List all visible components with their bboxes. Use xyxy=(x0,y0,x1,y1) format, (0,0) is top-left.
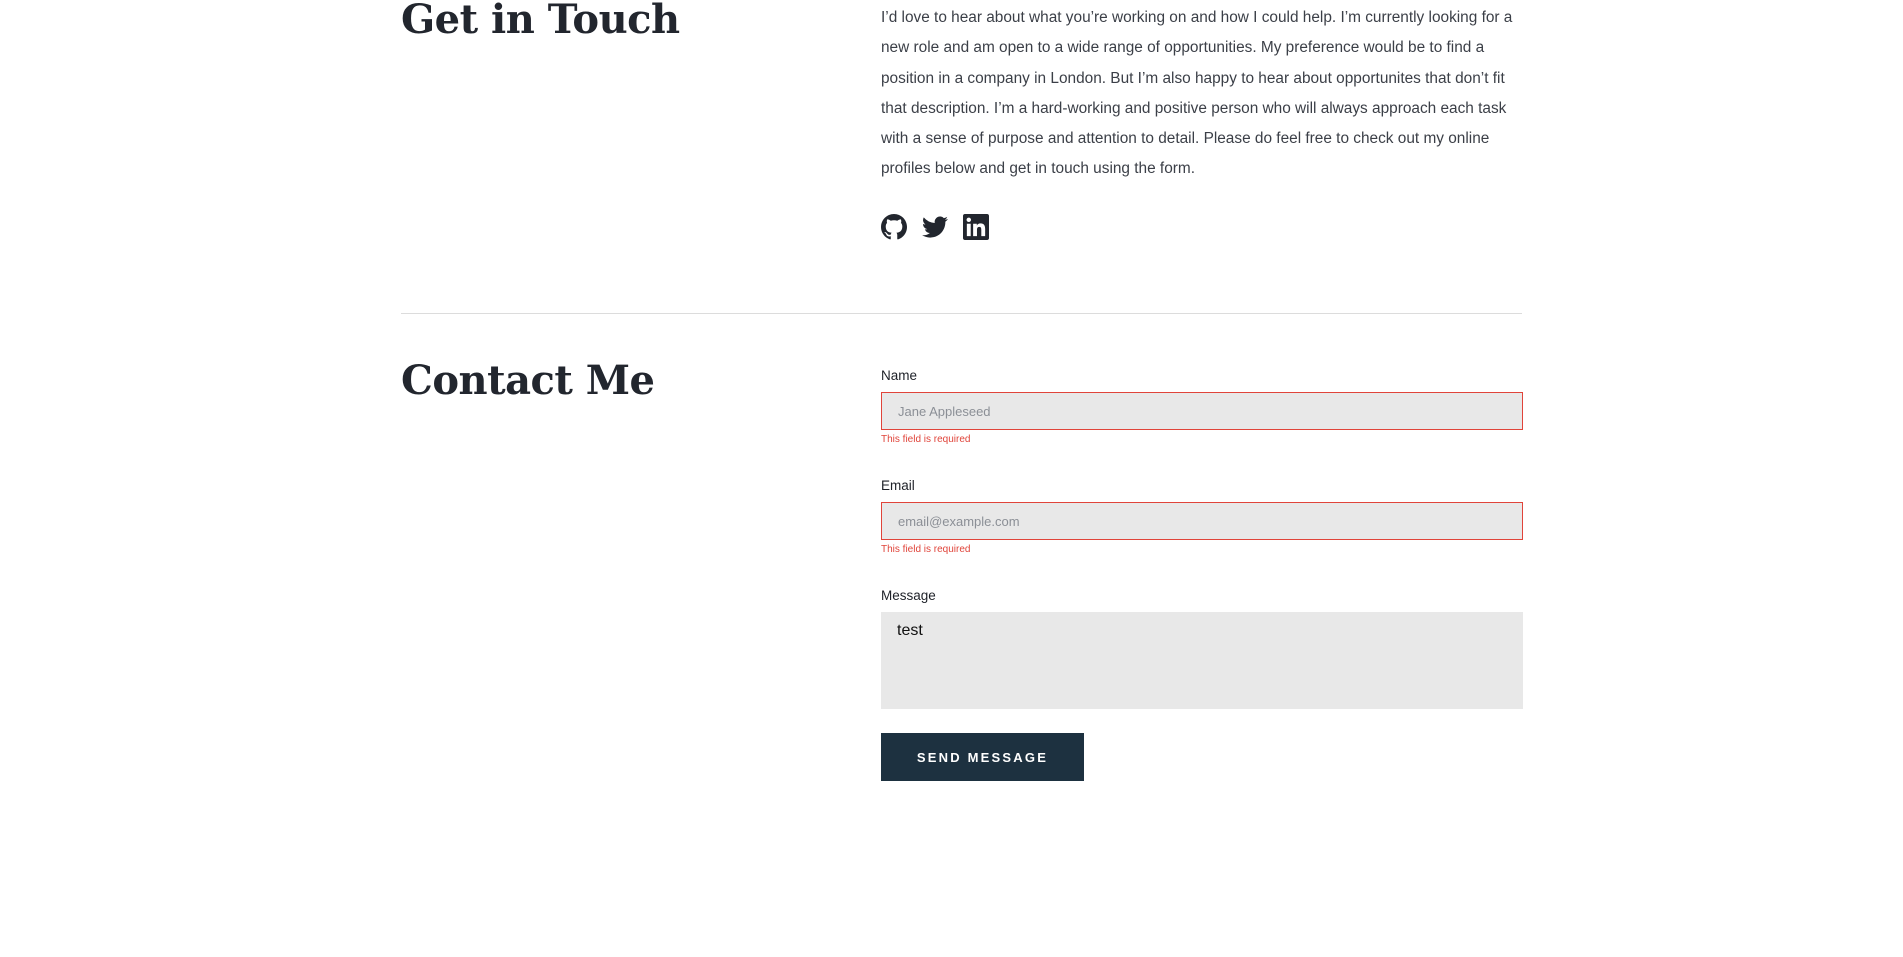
message-label: Message xyxy=(881,588,936,603)
section-divider xyxy=(401,313,1522,314)
email-error: This field is required xyxy=(881,544,971,555)
message-textarea[interactable]: test xyxy=(881,612,1523,709)
social-links xyxy=(881,214,989,240)
github-icon xyxy=(881,214,907,240)
linkedin-link[interactable] xyxy=(963,214,989,240)
twitter-link[interactable] xyxy=(922,214,948,240)
page: Get in Touch I’d love to hear about what… xyxy=(0,0,1903,957)
name-label: Name xyxy=(881,368,918,383)
github-link[interactable] xyxy=(881,214,907,240)
email-group: Email This field is required xyxy=(881,477,1523,556)
twitter-icon xyxy=(922,216,948,238)
about-paragraph: I’d love to hear about what you’re worki… xyxy=(881,9,1513,178)
send-message-button[interactable]: SEND MESSAGE xyxy=(881,733,1084,781)
email-label: Email xyxy=(881,478,915,493)
contact-me-heading: Contact Me xyxy=(401,357,655,404)
email-input[interactable] xyxy=(881,502,1523,540)
name-error: This field is required xyxy=(881,434,971,445)
contact-form: Name This field is required Email This f… xyxy=(881,367,1523,781)
message-group: Message test xyxy=(881,587,1523,709)
linkedin-icon xyxy=(963,214,989,240)
name-group: Name This field is required xyxy=(881,367,1523,446)
name-input[interactable] xyxy=(881,392,1523,430)
get-in-touch-heading: Get in Touch xyxy=(401,0,680,43)
